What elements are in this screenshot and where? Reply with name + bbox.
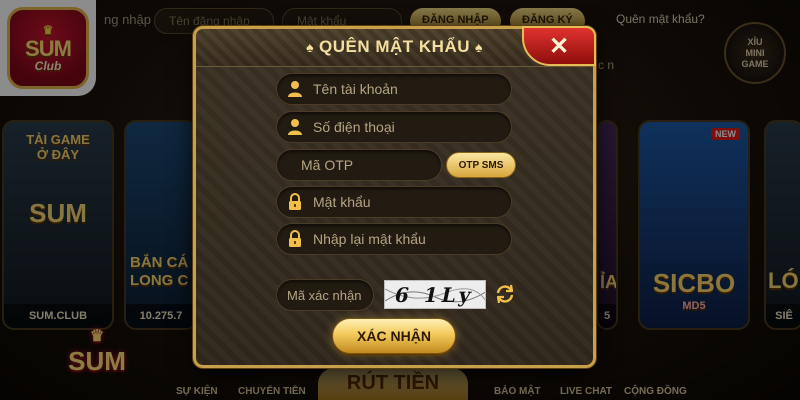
confirm-button-label: XÁC NHẬN [357, 328, 431, 344]
phone-placeholder: Số điện thoại [313, 119, 395, 135]
confirm-password-placeholder: Nhập lại mật khẩu [313, 231, 426, 247]
close-icon: ✕ [548, 32, 570, 60]
spade-icon: ♠ [306, 39, 314, 55]
dialog-title: QUÊN MẬT KHẨU [319, 37, 470, 56]
password-placeholder: Mật khẩu [313, 194, 371, 210]
spade-icon: ♠ [475, 39, 483, 55]
confirm-password-field[interactable]: Nhập lại mật khẩu [276, 223, 512, 255]
lock-icon [285, 229, 305, 249]
password-field[interactable]: Mật khẩu [276, 186, 512, 218]
otp-placeholder: Mã OTP [301, 157, 354, 173]
captcha-image: 6 1Ly [384, 280, 486, 309]
otp-field[interactable]: Mã OTP [276, 149, 442, 181]
captcha-field[interactable]: Mã xác nhận [276, 279, 374, 311]
username-field[interactable]: Tên tài khoản [276, 73, 512, 105]
refresh-icon[interactable] [494, 283, 516, 305]
close-button[interactable]: ✕ [522, 26, 596, 66]
lock-icon [285, 192, 305, 212]
user-icon [285, 79, 305, 99]
username-placeholder: Tên tài khoản [313, 81, 398, 97]
captcha-placeholder: Mã xác nhận [287, 287, 362, 303]
confirm-button[interactable]: XÁC NHẬN [332, 318, 456, 354]
otp-sms-button[interactable]: OTP SMS [446, 152, 516, 178]
captcha-text: 6 1Ly [392, 282, 478, 307]
otp-sms-label: OTP SMS [458, 159, 504, 171]
user-icon [285, 117, 305, 137]
phone-field[interactable]: Số điện thoại [276, 111, 512, 143]
